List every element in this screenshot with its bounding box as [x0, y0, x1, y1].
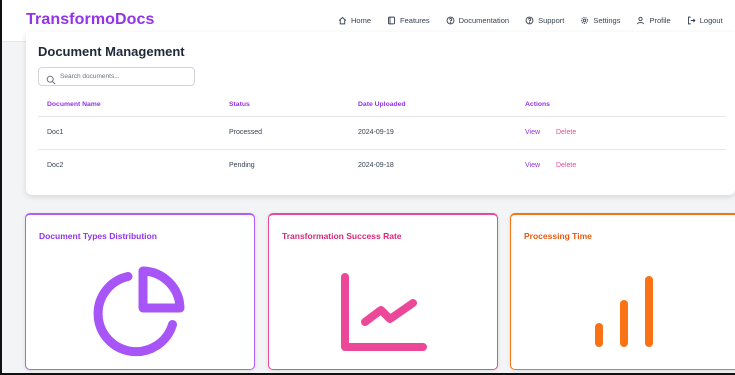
settings-icon	[580, 16, 589, 25]
search-input[interactable]	[60, 70, 190, 83]
view-button[interactable]: View	[525, 162, 540, 169]
nav-features[interactable]: Features	[387, 16, 430, 25]
document-date: 2024-09-18	[358, 162, 394, 169]
documents-table: Document Name Status Date Uploaded Actio…	[38, 94, 726, 183]
bar-chart-icon	[595, 276, 653, 347]
view-button[interactable]: View	[525, 129, 540, 136]
table-header: Document Name Status Date Uploaded Actio…	[38, 94, 726, 117]
nav-settings-label: Settings	[593, 16, 621, 25]
delete-button[interactable]: Delete	[556, 162, 576, 169]
page-title: Document Management	[38, 44, 185, 59]
column-header-name: Document Name	[47, 101, 101, 108]
column-header-date: Date Uploaded	[358, 101, 406, 108]
home-icon	[338, 16, 347, 25]
transformation-success-card[interactable]: Transformation Success Rate	[268, 213, 498, 370]
nav-documentation[interactable]: Documentation	[446, 16, 509, 25]
nav-home-label: Home	[351, 16, 372, 25]
nav-features-label: Features	[400, 16, 430, 25]
nav-profile-label: Profile	[649, 16, 671, 25]
documentation-icon	[446, 16, 455, 25]
brand-logo[interactable]: TransformoDocs	[26, 11, 155, 29]
document-status: Processed	[229, 129, 263, 136]
features-icon	[387, 16, 396, 25]
document-name: Doc1	[47, 129, 64, 136]
line-chart-icon	[341, 273, 427, 351]
document-management-card: Document Management Document Name Status…	[26, 32, 735, 195]
column-header-actions: Actions	[525, 101, 550, 108]
nav-support-label: Support	[538, 16, 565, 25]
profile-icon	[636, 16, 645, 25]
card-title: Transformation Success Rate	[282, 231, 402, 241]
document-date: 2024-09-19	[358, 129, 394, 136]
row-actions: View Delete	[525, 129, 576, 136]
delete-button[interactable]: Delete	[556, 129, 576, 136]
logout-icon	[687, 16, 696, 25]
nav-logout[interactable]: Logout	[687, 16, 723, 25]
column-header-status: Status	[229, 101, 250, 108]
search-icon	[46, 72, 56, 85]
nav-home[interactable]: Home	[338, 16, 371, 25]
processing-time-card[interactable]: Processing Time	[510, 213, 735, 370]
table-row: Doc2 Pending 2024-09-18 View Delete	[38, 150, 726, 183]
pie-chart-icon	[93, 266, 185, 357]
nav-logout-label: Logout	[699, 16, 723, 25]
document-name: Doc2	[47, 162, 64, 169]
card-title: Document Types Distribution	[39, 231, 157, 241]
document-status: Pending	[229, 162, 255, 169]
card-title: Processing Time	[524, 231, 592, 241]
nav-links: Home Features Documentation Support Sett…	[338, 16, 723, 25]
search-box[interactable]	[38, 67, 195, 86]
row-actions: View Delete	[525, 162, 576, 169]
document-types-card[interactable]: Document Types Distribution	[25, 213, 255, 370]
nav-profile[interactable]: Profile	[636, 16, 671, 25]
support-icon	[525, 16, 534, 25]
nav-documentation-label: Documentation	[458, 16, 510, 25]
table-row: Doc1 Processed 2024-09-19 View Delete	[38, 117, 726, 150]
nav-settings[interactable]: Settings	[580, 16, 620, 25]
nav-support[interactable]: Support	[525, 16, 564, 25]
